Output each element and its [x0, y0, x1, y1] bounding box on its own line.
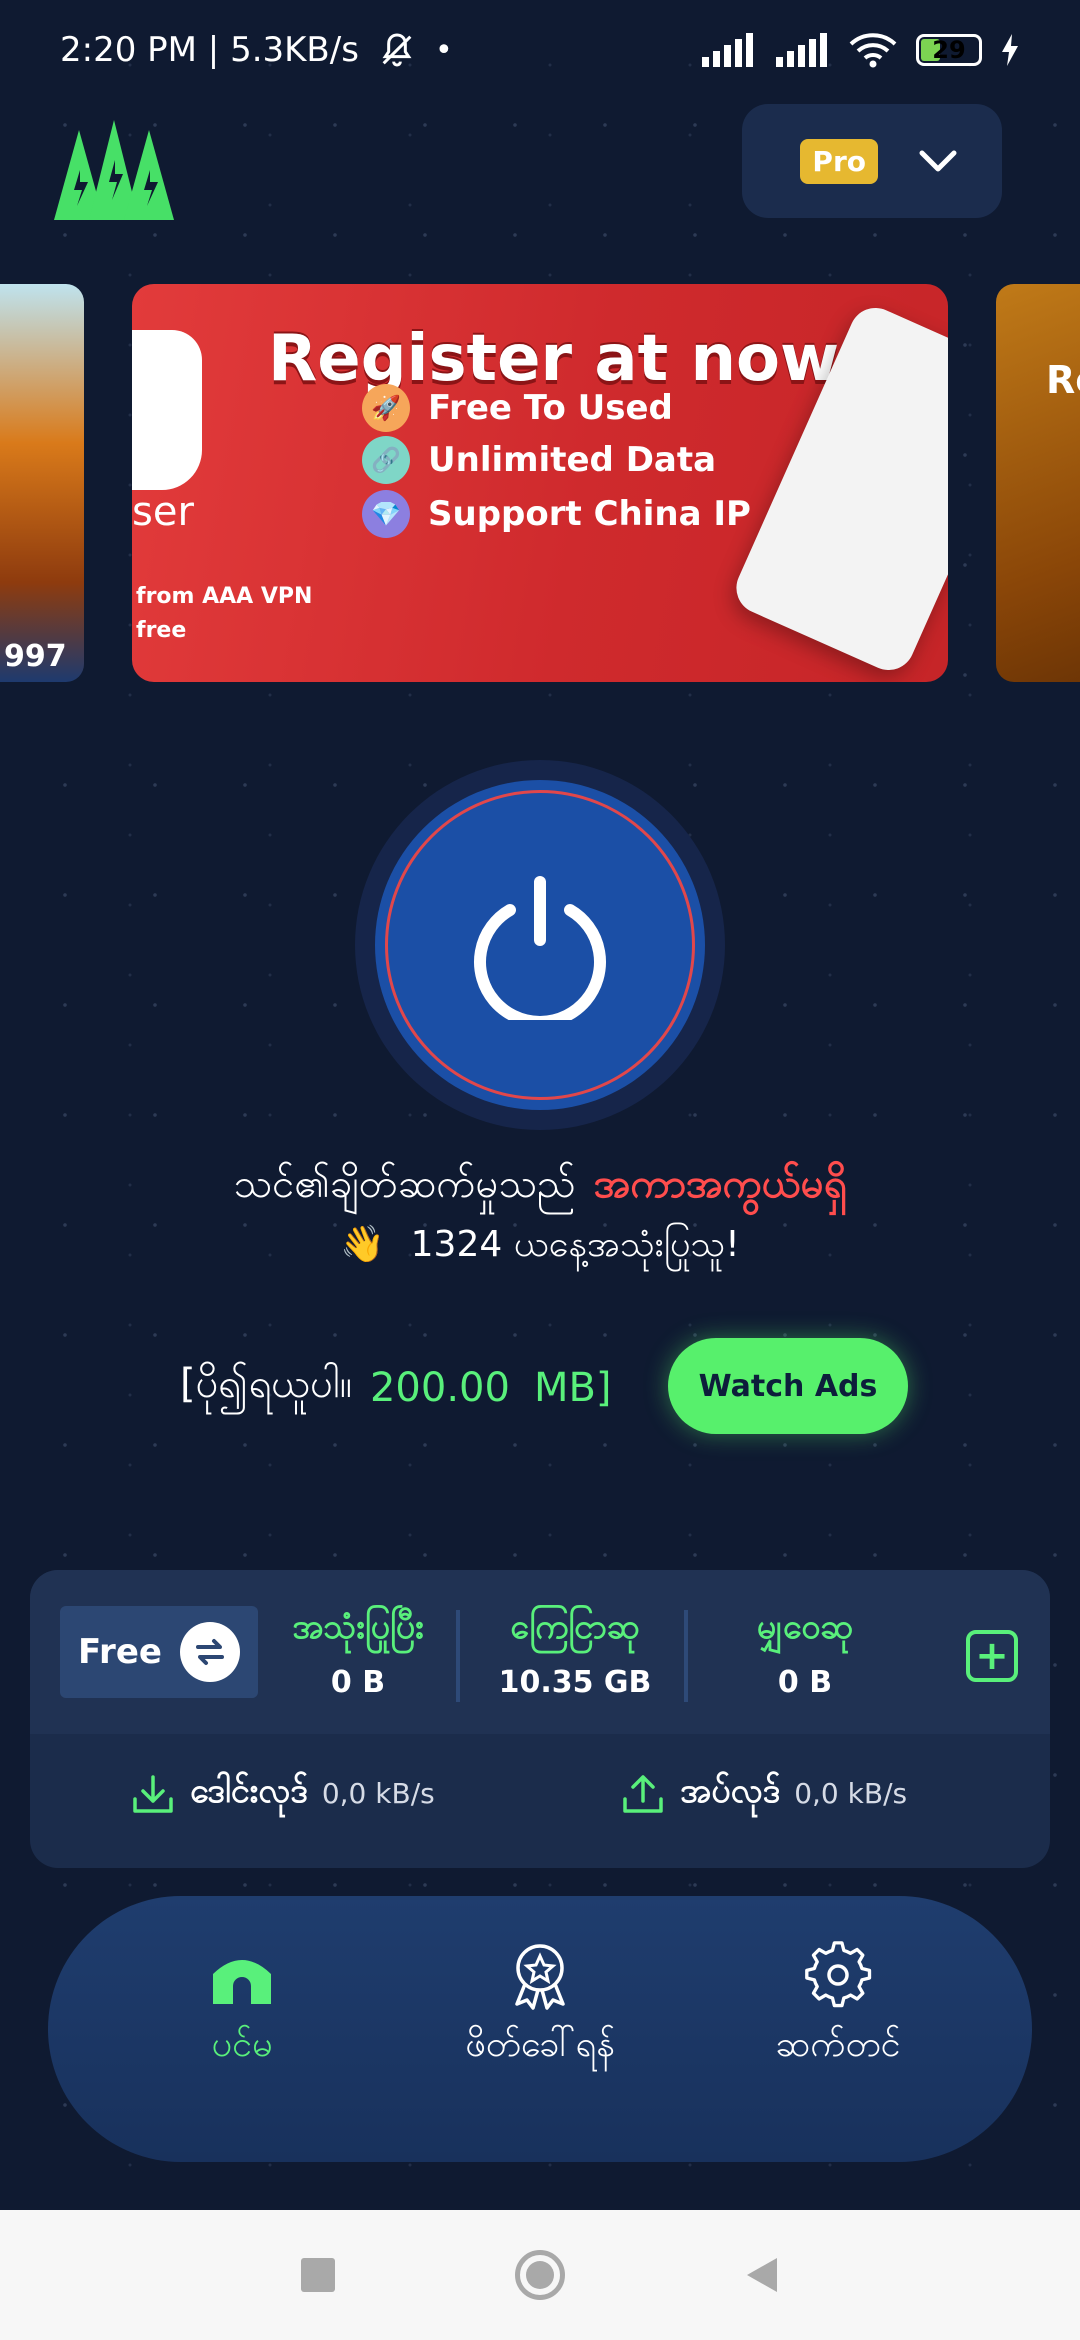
- banner-sub-line-1: from AAA VPN: [136, 584, 313, 609]
- banner-right-partial[interactable]: Re: [996, 284, 1080, 682]
- power-button[interactable]: [375, 780, 705, 1110]
- stats-card: Free အသုံးပြုပြီး 0 B ကြေငြာဆု 10.35 GB …: [30, 1570, 1050, 1868]
- register-banner[interactable]: ser from AAA VPN free Register at now 🚀 …: [132, 284, 948, 682]
- upload-label: အပ်လုဒ်: [680, 1771, 781, 1811]
- upload-icon: [623, 1774, 663, 1813]
- swap-icon: [180, 1622, 240, 1682]
- feature-label: Unlimited Data: [428, 440, 717, 480]
- nav-settings[interactable]: ဆက်တင်: [738, 1940, 938, 2074]
- stat-used-title: အသုံးပြုပြီး: [292, 1607, 424, 1647]
- charging-icon: [1002, 34, 1018, 66]
- stat-invite: မျှဝေဆု 0 B: [700, 1604, 910, 1700]
- system-nav-bar: [0, 2210, 1080, 2340]
- home-button[interactable]: [515, 2250, 565, 2300]
- feature-china-ip: 💎 Support China IP: [362, 490, 751, 538]
- download-label: ဒေါင်းလုဒ်: [190, 1771, 308, 1811]
- download-value: 0,0 kB/s: [321, 1777, 435, 1810]
- status-time-speed: 2:20 PM | 5.3KB/s: [60, 30, 359, 70]
- chevron-down-icon: [919, 150, 957, 172]
- back-button[interactable]: [745, 2256, 779, 2294]
- banner-sub-text: from AAA VPN free: [136, 580, 312, 648]
- reward-unit: MB]: [533, 1364, 612, 1411]
- stat-remaining-value: 10.35 GB: [498, 1665, 652, 1700]
- add-data-button[interactable]: +: [966, 1630, 1018, 1682]
- stat-remaining: ကြေငြာဆု 10.35 GB: [470, 1604, 680, 1700]
- nav-home[interactable]: ပင်မ: [142, 1940, 342, 2074]
- reward-prefix: [ပို၍ရယူပါ။: [180, 1361, 352, 1407]
- rocket-icon: 🚀: [362, 384, 410, 432]
- diamond-icon: 💎: [362, 490, 410, 538]
- nav-rewards[interactable]: ဖိတ်ခေါ်ရန်: [440, 1940, 640, 2074]
- banner-sub-line-2: free: [136, 618, 187, 643]
- plan-label: Free: [78, 1632, 162, 1672]
- status-right: 29: [700, 32, 1020, 68]
- shield-logo: [132, 330, 202, 490]
- feature-free: 🚀 Free To Used: [362, 384, 673, 432]
- dot-icon: •: [434, 32, 453, 68]
- link-icon: 🔗: [362, 436, 410, 484]
- status-bar: 2:20 PM | 5.3KB/s • 29: [0, 0, 1080, 100]
- watch-ads-button[interactable]: Watch Ads: [668, 1338, 908, 1434]
- reward-amount: 200.00: [369, 1364, 510, 1411]
- stat-invite-title: မျှဝေဆု: [756, 1607, 854, 1647]
- feature-unlimited: 🔗 Unlimited Data: [362, 436, 716, 484]
- plan-toggle[interactable]: Free: [60, 1606, 258, 1698]
- signal-icon: [702, 33, 753, 67]
- status-left: 2:20 PM | 5.3KB/s •: [60, 30, 453, 70]
- upload-value: 0,0 kB/s: [794, 1777, 908, 1810]
- battery-icon: 29: [916, 34, 982, 66]
- home-icon: [213, 1960, 271, 2004]
- divider: [456, 1610, 460, 1702]
- wave-icon: 👋: [340, 1224, 386, 1265]
- banner-left-partial[interactable]: 997: [0, 284, 84, 682]
- banner-right-text: Re: [1046, 358, 1080, 402]
- divider: [684, 1610, 688, 1702]
- stat-used-value: 0 B: [330, 1665, 386, 1700]
- stat-invite-value: 0 B: [777, 1665, 833, 1700]
- wifi-icon: [849, 33, 897, 68]
- nav-home-label: ပင်မ: [211, 2024, 273, 2065]
- banner-left-number: 997: [4, 639, 67, 674]
- nav-settings-label: ဆက်တင်: [775, 2024, 901, 2065]
- stat-remaining-title: ကြေငြာဆု: [510, 1607, 640, 1647]
- banner-side-text: ser: [132, 489, 194, 535]
- nav-rewards-label: ဖိတ်ခေါ်ရန်: [465, 2024, 615, 2065]
- stat-used: အသုံးပြုပြီး 0 B: [258, 1604, 458, 1700]
- feature-label: Support China IP: [428, 494, 751, 534]
- users-count: 1324 ယနေ့အသုံးပြုသူ!: [410, 1224, 740, 1265]
- recents-button[interactable]: [301, 2258, 335, 2292]
- mute-bell-icon: [382, 33, 412, 67]
- bottom-nav: ပင်မ ဖိတ်ခေါ်ရန် ဆက်တင်: [48, 1896, 1032, 2162]
- users-count-line: 👋 1324 ယနေ့အသုံးပြုသူ!: [0, 1220, 1080, 1274]
- download-speed: ဒေါင်းလုဒ် 0,0 kB/s: [130, 1768, 435, 1819]
- upload-speed: အပ်လုဒ် 0,0 kB/s: [620, 1768, 907, 1819]
- power-ring: [385, 790, 695, 1100]
- reward-line: [ပို၍ရယူပါ။ 200.00 MB]: [180, 1358, 612, 1417]
- pro-badge: Pro: [800, 138, 878, 184]
- server-selector[interactable]: Pro: [742, 104, 1002, 218]
- connection-status: သင်၏ချိတ်ဆက်မှုသည် အကာအကွယ်မရှိ: [0, 1158, 1080, 1217]
- download-icon: [133, 1774, 173, 1813]
- award-icon: [515, 1944, 565, 2010]
- gear-icon: [805, 1941, 872, 2008]
- feature-label: Free To Used: [428, 388, 673, 428]
- app-logo: [54, 120, 174, 220]
- connection-label: သင်၏ချိတ်ဆက်မှုသည်: [233, 1161, 576, 1207]
- signal-icon-2: [776, 33, 827, 67]
- connection-state: အကာအကွယ်မရှိ: [593, 1161, 847, 1207]
- battery-level: 29: [932, 36, 966, 64]
